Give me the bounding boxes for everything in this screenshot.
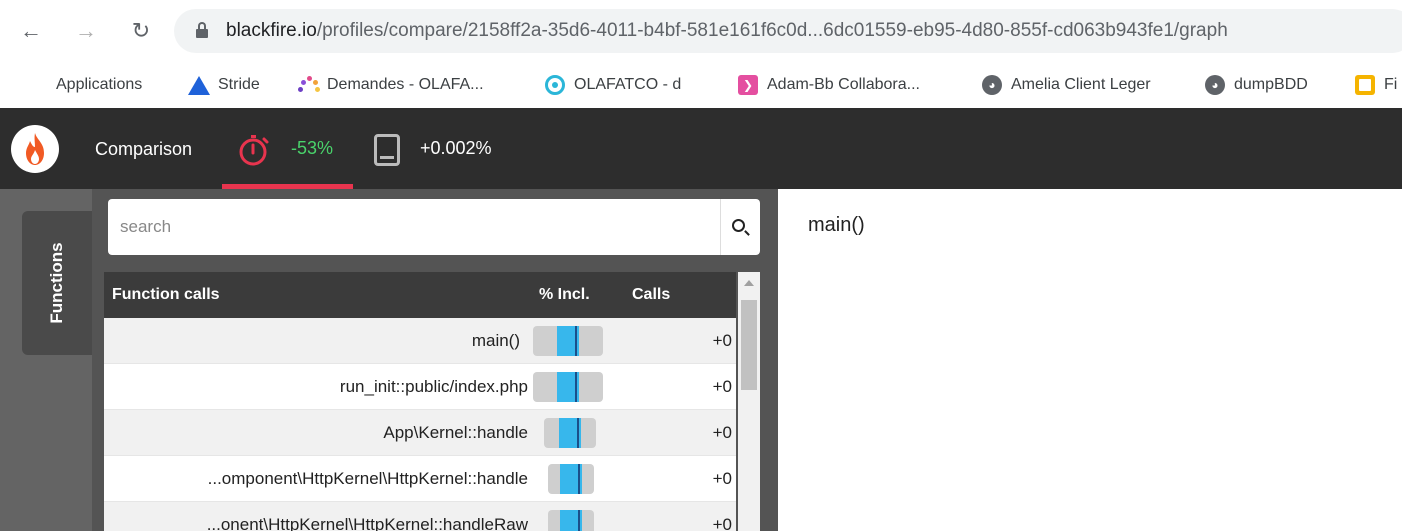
table-scrollbar[interactable] xyxy=(738,272,760,531)
search-button[interactable] xyxy=(720,199,760,255)
incl-bar-marker xyxy=(575,326,577,356)
incl-bar-marker xyxy=(577,418,579,448)
calls-value: +0 xyxy=(712,331,732,350)
function-name[interactable]: main() xyxy=(472,331,520,351)
bookmark-amelia[interactable]: ◕ Amelia Client Leger xyxy=(982,72,1151,98)
bookmark-label: Demandes - OLAFA... xyxy=(327,76,484,93)
lock-icon xyxy=(196,22,208,38)
functions-list-container: Function calls % Incl. Calls main()+0run… xyxy=(92,189,778,531)
col-header-calls[interactable]: Calls xyxy=(632,286,670,304)
function-name[interactable]: ...onent\HttpKernel\HttpKernel::handleRa… xyxy=(207,515,528,531)
functions-panel: Functions Function calls % Incl. Calls m… xyxy=(0,189,778,531)
pink-arrow-icon: ❯ xyxy=(738,75,758,95)
table-row[interactable]: App\Kernel::handle +0 xyxy=(104,410,736,456)
tab-time[interactable]: -53% xyxy=(222,108,353,189)
calls-value: +0 xyxy=(712,515,732,531)
bookmarks-bar: Applications Stride Demandes - OLAFA... … xyxy=(0,62,1402,108)
detail-panel: main() xyxy=(778,189,1402,531)
table-row[interactable]: ...omponent\HttpKernel\HttpKernel::handl… xyxy=(104,456,736,502)
search-box xyxy=(108,199,760,255)
yellow-square-icon xyxy=(1355,75,1375,95)
apps-grid-icon xyxy=(27,75,47,95)
incl-bar xyxy=(548,510,594,531)
function-name[interactable]: ...omponent\HttpKernel\HttpKernel::handl… xyxy=(208,469,528,489)
dots-arc-icon xyxy=(298,75,320,95)
globe-icon: ◕ xyxy=(1205,75,1225,95)
incl-bar-marker xyxy=(578,510,580,531)
incl-bar xyxy=(533,326,603,356)
bookmark-label: Stride xyxy=(218,76,260,93)
table-header: Function calls % Incl. Calls xyxy=(104,272,736,318)
table-row[interactable]: run_init::public/index.php +0 xyxy=(104,364,736,410)
page-title[interactable]: Comparison xyxy=(95,139,192,160)
bookmark-label: Adam-Bb Collabora... xyxy=(767,76,920,93)
incl-bar-marker xyxy=(578,464,580,494)
calls-value: +0 xyxy=(712,469,732,488)
calls-value: +0 xyxy=(712,423,732,442)
bookmark-label: Amelia Client Leger xyxy=(1011,76,1151,93)
stopwatch-icon xyxy=(239,135,269,166)
bookmark-label: Fi xyxy=(1384,76,1398,93)
app-header: Comparison -53% +0.002% xyxy=(0,108,1402,189)
table-row[interactable]: main() +0 xyxy=(104,318,736,364)
bookmark-fi[interactable]: Fi xyxy=(1355,72,1397,98)
memory-icon[interactable] xyxy=(374,134,400,166)
stride-icon xyxy=(188,75,210,95)
col-header-function-calls[interactable]: Function calls xyxy=(112,286,220,304)
address-bar[interactable]: blackfire.io/profiles/compare/2158ff2a-3… xyxy=(174,9,1402,53)
function-calls-table: Function calls % Incl. Calls main() +0 run… xyxy=(104,272,736,531)
bookmark-applications[interactable]: Applications xyxy=(27,72,142,98)
scroll-up-arrow-icon[interactable] xyxy=(744,280,754,286)
bookmark-olafatco[interactable]: OLAFATCO - d xyxy=(545,72,681,98)
bookmark-label: dumpBDD xyxy=(1234,76,1308,93)
search-icon xyxy=(732,219,745,232)
bookmark-demandes[interactable]: Demandes - OLAFA... xyxy=(298,72,484,98)
forward-arrow-icon[interactable]: → xyxy=(73,18,99,44)
incl-bar-marker xyxy=(575,372,577,402)
memory-delta[interactable]: +0.002% xyxy=(420,138,492,159)
bookmark-dumpbdd[interactable]: ◕ dumpBDD xyxy=(1205,72,1308,98)
url-text[interactable]: blackfire.io/profiles/compare/2158ff2a-3… xyxy=(226,20,1228,42)
functions-tab-label: Functions xyxy=(47,242,66,324)
time-delta: -53% xyxy=(291,138,334,158)
bookmark-stride[interactable]: Stride xyxy=(188,72,260,98)
detail-title: main() xyxy=(808,214,865,236)
incl-bar xyxy=(548,464,594,494)
function-name[interactable]: run_init::public/index.php xyxy=(340,377,528,397)
col-header-incl[interactable]: % Incl. xyxy=(539,286,590,304)
flame-icon xyxy=(26,133,44,165)
blackfire-logo[interactable] xyxy=(11,125,59,173)
bookmark-adam[interactable]: ❯ Adam-Bb Collabora... xyxy=(738,72,920,98)
ring-icon xyxy=(545,75,565,95)
scrollbar-thumb[interactable] xyxy=(741,300,757,390)
incl-bar xyxy=(533,372,603,402)
calls-value: +0 xyxy=(712,377,732,396)
table-row[interactable]: ...onent\HttpKernel\HttpKernel::handleRa… xyxy=(104,502,736,531)
functions-tab[interactable]: Functions xyxy=(22,211,92,355)
bookmark-label: OLAFATCO - d xyxy=(574,76,682,93)
function-name[interactable]: App\Kernel::handle xyxy=(383,423,528,443)
incl-bar xyxy=(544,418,596,448)
browser-toolbar: ← → ↻ blackfire.io/profiles/compare/2158… xyxy=(0,0,1402,62)
search-input[interactable] xyxy=(108,199,718,255)
globe-icon: ◕ xyxy=(982,75,1002,95)
bookmark-label: Applications xyxy=(56,76,143,93)
reload-icon[interactable]: ↻ xyxy=(128,18,154,44)
back-arrow-icon[interactable]: ← xyxy=(18,18,44,44)
